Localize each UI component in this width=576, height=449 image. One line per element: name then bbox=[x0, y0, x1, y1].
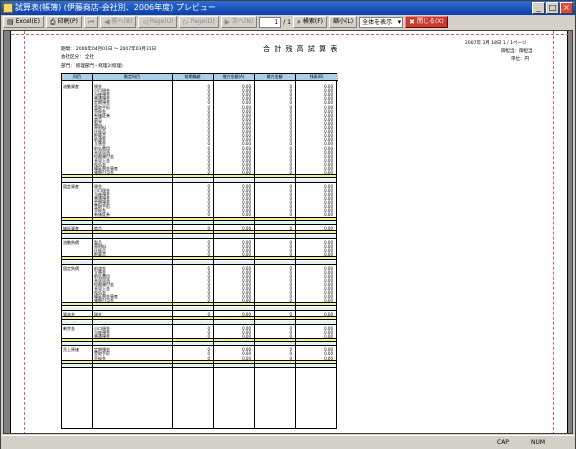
zoom-select[interactable]: 全体を表示 bbox=[359, 16, 404, 28]
column-header: 前期繰越 bbox=[172, 74, 213, 81]
minimize-button[interactable]: _ bbox=[532, 2, 545, 14]
first-page-icon: ⏮ bbox=[87, 18, 95, 26]
prev-page-icon: ◁ bbox=[142, 18, 148, 26]
group-label: 売上原価 bbox=[63, 347, 79, 353]
prev-button[interactable]: ◀ 前へ(B) bbox=[100, 16, 137, 28]
window-title: 試算表(帳簿) (伊藤商店-会社別、2006年度) プレビュー bbox=[15, 3, 216, 12]
zoom-out-button[interactable]: 縮小(L) bbox=[329, 16, 358, 28]
close-window-button[interactable]: × bbox=[560, 2, 573, 14]
status-bar: CAP NUM bbox=[1, 435, 575, 449]
report-dept: 部門： 経理部門・経理2(経理) bbox=[61, 64, 123, 69]
export-icon: ▤ bbox=[7, 18, 14, 26]
report-title: 合 計 残 高 試 算 表 bbox=[263, 45, 339, 53]
trial-balance-table: 科目 勘定科目 前期繰越 借方金額(A) 貸方金額 残高(B) 流動資産 現金 0 0… bbox=[61, 73, 338, 429]
column-header: 残高(B) bbox=[295, 74, 338, 81]
find-button[interactable]: ⌕ 検索(F) bbox=[292, 16, 328, 28]
column-header: 勘定科目 bbox=[92, 74, 172, 81]
preview-window: 試算表(帳簿) (伊藤商店-会社別、2006年度) プレビュー _ □ × ▤ E… bbox=[0, 0, 576, 449]
group-label: 流動負債 bbox=[63, 239, 79, 245]
margin-guide-right bbox=[553, 31, 554, 433]
group-label: 固定資産 bbox=[63, 183, 79, 189]
group-label: 固定負債 bbox=[63, 265, 79, 271]
printer-icon: ⎙ bbox=[50, 18, 56, 26]
group-label: 剰余金 bbox=[63, 325, 75, 331]
next-page-icon: ▷ bbox=[183, 18, 189, 26]
group-label: 流動資産 bbox=[63, 84, 79, 89]
last-page-icon: ▶ bbox=[224, 18, 231, 26]
column-header: 科目 bbox=[62, 74, 92, 81]
report-unit: 単位：円 bbox=[511, 57, 529, 62]
num-indicator: NUM bbox=[531, 439, 546, 446]
page-number-input[interactable]: 1 bbox=[259, 16, 282, 28]
report-date: 2007年 3月 18日 1 / 1ページ bbox=[465, 41, 527, 46]
maximize-button[interactable]: □ bbox=[546, 2, 559, 14]
margin-guide-left bbox=[24, 31, 25, 433]
close-preview-button[interactable]: ✖ 閉じる(X) bbox=[405, 16, 448, 28]
preview-canvas[interactable]: 期間： 2006年04月01日 ～ 2007年03月31日 会社区分： 全社 部… bbox=[3, 30, 573, 434]
print-button[interactable]: ⎙ 印刷(P) bbox=[46, 16, 82, 28]
title-bar: 試算表(帳簿) (伊藤商店-会社別、2006年度) プレビュー _ □ × bbox=[1, 1, 575, 15]
close-icon: ✖ bbox=[409, 18, 415, 26]
report-company: 会社区分： 全社 bbox=[61, 55, 94, 60]
report-page: 期間： 2006年04月01日 ～ 2007年03月31日 会社区分： 全社 部… bbox=[10, 31, 569, 433]
column-header: 貸方金額 bbox=[254, 74, 295, 81]
toolbar: ▤ Excel(E) ⎙ 印刷(P) ⏮ ◀ 前へ(B) ◁ Page(U) ▷ Page… bbox=[1, 15, 575, 29]
last-page-button[interactable]: ▶ 次へ(N) bbox=[220, 16, 258, 28]
report-user: 御担当：御担当 bbox=[501, 49, 533, 54]
search-icon: ⌕ bbox=[296, 18, 301, 26]
caps-indicator: CAP bbox=[497, 439, 509, 446]
first-page-button[interactable]: ⏮ bbox=[83, 16, 99, 28]
excel-export-button[interactable]: ▤ Excel(E) bbox=[3, 16, 44, 28]
page-total: / 1 bbox=[283, 18, 291, 26]
margin-guide-top bbox=[11, 34, 569, 35]
app-icon bbox=[3, 3, 13, 13]
column-header: 借方金額(A) bbox=[213, 74, 254, 81]
next-page-button[interactable]: ▷ Page(D) bbox=[179, 16, 219, 28]
prev-page-button[interactable]: ◁ Page(U) bbox=[138, 16, 178, 28]
report-period: 期間： 2006年04月01日 ～ 2007年03月31日 bbox=[61, 47, 157, 52]
prev-icon: ◀ bbox=[104, 18, 110, 26]
